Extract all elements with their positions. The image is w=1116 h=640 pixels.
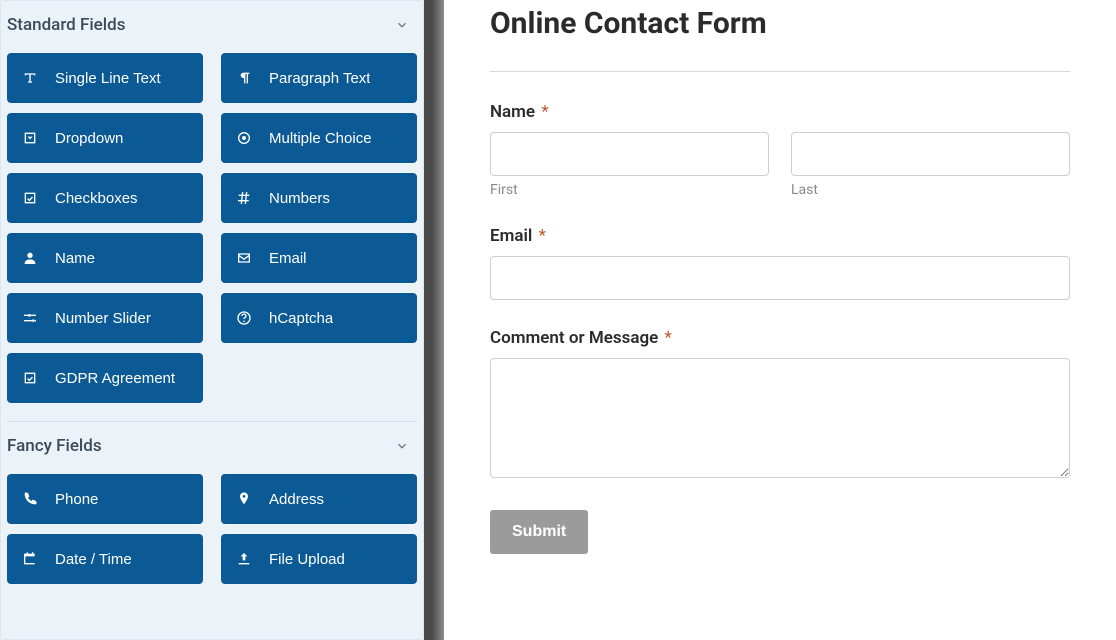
last-name-sublabel: Last [791, 182, 1070, 198]
field-group-message: Comment or Message * [490, 328, 1070, 482]
first-name-input[interactable] [490, 132, 769, 176]
paragraph-icon [235, 69, 253, 87]
field-name[interactable]: Name [7, 233, 203, 283]
title-rule [490, 71, 1070, 72]
slider-icon [21, 309, 39, 327]
field-number-slider[interactable]: Number Slider [7, 293, 203, 343]
submit-button[interactable]: Submit [490, 510, 588, 554]
field-group-email: Email * [490, 226, 1070, 300]
field-group-name: Name * First Last [490, 102, 1070, 198]
phone-icon [21, 490, 39, 508]
field-date-time[interactable]: Date / Time [7, 534, 203, 584]
email-label: Email * [490, 226, 1070, 246]
required-mark: * [541, 102, 548, 122]
standard-fields-grid: Single Line Text Paragraph Text Dropdown… [1, 49, 423, 421]
section-title: Standard Fields [7, 15, 125, 35]
hash-icon [235, 189, 253, 207]
section-header-standard-fields[interactable]: Standard Fields [1, 1, 423, 49]
field-file-upload[interactable]: File Upload [221, 534, 417, 584]
field-phone[interactable]: Phone [7, 474, 203, 524]
field-dropdown[interactable]: Dropdown [7, 113, 203, 163]
field-email[interactable]: Email [221, 233, 417, 283]
first-name-sublabel: First [490, 182, 769, 198]
section-title: Fancy Fields [7, 436, 102, 456]
email-input[interactable] [490, 256, 1070, 300]
upload-icon [235, 550, 253, 568]
pin-icon [235, 490, 253, 508]
last-name-input[interactable] [791, 132, 1070, 176]
checkbox-icon [21, 189, 39, 207]
field-numbers[interactable]: Numbers [221, 173, 417, 223]
question-icon [235, 309, 253, 327]
text-icon [21, 69, 39, 87]
chevron-down-icon [395, 439, 409, 453]
field-multiple-choice[interactable]: Multiple Choice [221, 113, 417, 163]
pane-divider[interactable] [424, 0, 444, 640]
required-mark: * [665, 328, 672, 348]
field-paragraph-text[interactable]: Paragraph Text [221, 53, 417, 103]
fancy-fields-grid: Phone Address Date / Time File Upload [1, 470, 423, 602]
field-hcaptcha[interactable]: hCaptcha [221, 293, 417, 343]
chevron-down-icon [395, 18, 409, 32]
dropdown-icon [21, 129, 39, 147]
radio-icon [235, 129, 253, 147]
form-title: Online Contact Form [490, 6, 1070, 41]
fields-sidebar: Standard Fields Single Line Text Paragra… [0, 0, 424, 640]
field-checkboxes[interactable]: Checkboxes [7, 173, 203, 223]
message-label: Comment or Message * [490, 328, 1070, 348]
field-single-line-text[interactable]: Single Line Text [7, 53, 203, 103]
form-preview: Online Contact Form Name * First Last [444, 0, 1116, 640]
field-gdpr-agreement[interactable]: GDPR Agreement [7, 353, 203, 403]
user-icon [21, 249, 39, 267]
envelope-icon [235, 249, 253, 267]
checkbox-icon [21, 369, 39, 387]
section-header-fancy-fields[interactable]: Fancy Fields [1, 422, 423, 470]
field-address[interactable]: Address [221, 474, 417, 524]
name-label: Name * [490, 102, 1070, 122]
message-textarea[interactable] [490, 358, 1070, 478]
required-mark: * [539, 226, 546, 246]
calendar-icon [21, 550, 39, 568]
